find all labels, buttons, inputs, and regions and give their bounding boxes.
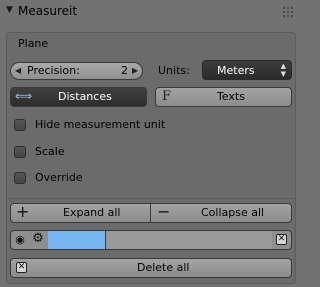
minus-icon: − bbox=[157, 202, 171, 221]
texts-label: Texts bbox=[217, 90, 245, 103]
units-value: Meters bbox=[217, 64, 255, 77]
drag-grip-icon[interactable] bbox=[282, 6, 294, 18]
override-label: Override bbox=[35, 171, 83, 184]
expand-all-label: Expand all bbox=[63, 206, 121, 219]
arrows-horizontal-icon: ⟺ bbox=[15, 89, 33, 103]
panel-title: Measureit bbox=[18, 4, 78, 18]
collapse-all-label: Collapse all bbox=[201, 206, 265, 219]
precision-field[interactable]: ◀ Precision: 2 ▶ bbox=[10, 62, 143, 80]
decrement-arrow-icon[interactable]: ◀ bbox=[15, 66, 21, 75]
dropdown-arrows-icon: ▲ ▼ bbox=[280, 62, 286, 78]
measurement-name-field[interactable] bbox=[48, 231, 106, 249]
remove-measurement-x-icon[interactable]: ✕ bbox=[276, 234, 287, 245]
expand-all-button[interactable]: + Expand all bbox=[10, 202, 151, 223]
distances-button[interactable]: ⟺ Distances bbox=[10, 87, 147, 107]
text-font-icon: F bbox=[162, 89, 172, 104]
close-x-icon: ✕ bbox=[16, 262, 27, 273]
hide-unit-checkbox[interactable] bbox=[14, 119, 26, 131]
disclosure-triangle-icon[interactable]: ▼ bbox=[6, 5, 13, 15]
precision-value: 2 bbox=[121, 64, 128, 77]
distances-label: Distances bbox=[58, 90, 112, 103]
plane-heading: Plane bbox=[18, 37, 49, 50]
panel-header[interactable]: ▼ Measureit bbox=[0, 0, 300, 24]
hide-unit-label: Hide measurement unit bbox=[35, 118, 166, 131]
eye-icon[interactable]: ◉ bbox=[13, 233, 27, 247]
collapse-all-button[interactable]: − Collapse all bbox=[150, 202, 292, 223]
precision-label: Precision: bbox=[27, 64, 80, 77]
override-checkbox[interactable] bbox=[14, 172, 26, 184]
plus-icon: + bbox=[16, 202, 30, 221]
units-label: Units: bbox=[158, 64, 190, 77]
measurement-value-field[interactable] bbox=[106, 231, 272, 249]
delete-all-label: Delete all bbox=[137, 261, 190, 274]
texts-button[interactable]: F Texts bbox=[155, 87, 292, 107]
delete-all-button[interactable]: ✕ Delete all bbox=[10, 258, 292, 278]
units-dropdown[interactable]: Meters ▲ ▼ bbox=[202, 60, 292, 80]
increment-arrow-icon[interactable]: ▶ bbox=[132, 66, 138, 75]
scale-checkbox[interactable] bbox=[14, 146, 26, 158]
gear-icon[interactable]: ⚙ bbox=[31, 232, 45, 246]
scale-label: Scale bbox=[35, 145, 65, 158]
